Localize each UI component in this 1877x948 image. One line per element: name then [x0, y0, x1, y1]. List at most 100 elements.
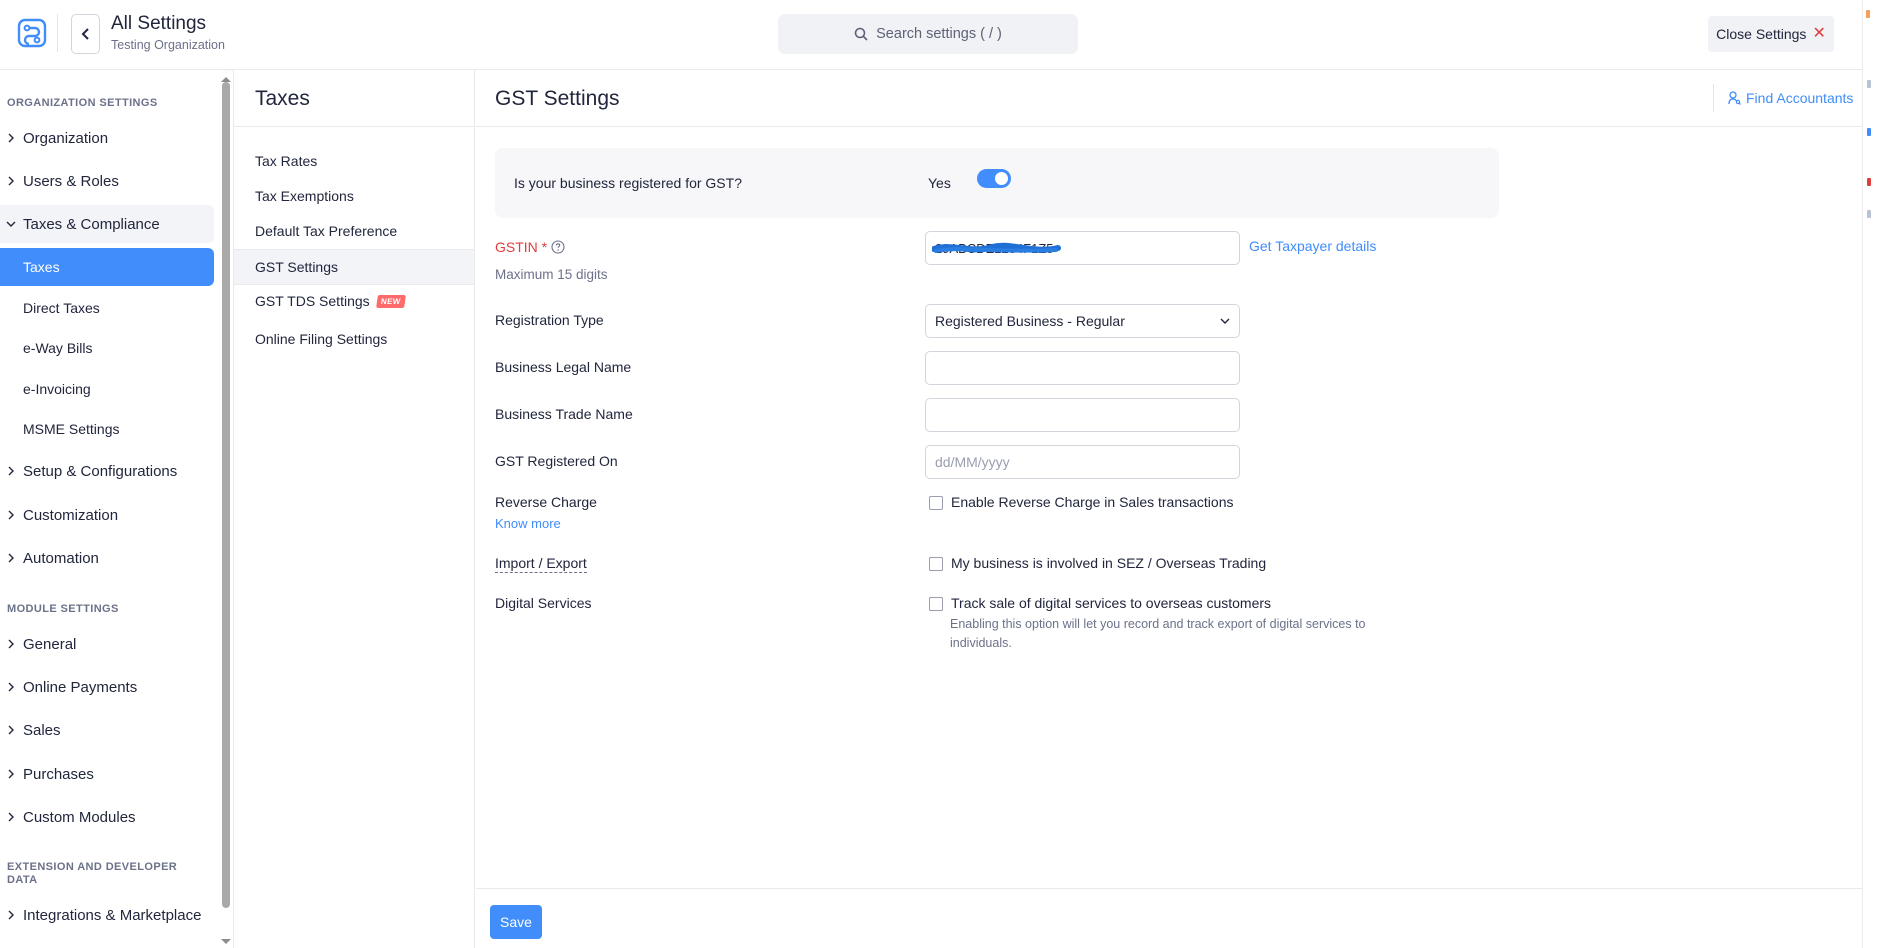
- import-export-label: Import / Export: [495, 555, 587, 573]
- sidebar-item-label: Users & Roles: [23, 172, 119, 190]
- gst-registered-box: Is your business registered for GST? Yes: [495, 148, 1499, 218]
- registration-type-select[interactable]: Registered Business - Regular: [925, 304, 1240, 338]
- sidebar-item-purchases[interactable]: Purchases: [0, 755, 214, 793]
- digital-services-option[interactable]: Track sale of digital services to overse…: [929, 595, 1271, 611]
- digital-services-option-label: Track sale of digital services to overse…: [951, 595, 1272, 611]
- redaction-scribble: [932, 242, 1061, 253]
- sidebar-subitem-eway-bills[interactable]: e-Way Bills: [0, 329, 214, 367]
- save-button[interactable]: Save: [490, 905, 542, 939]
- sidebar-item-users-roles[interactable]: Users & Roles: [0, 162, 214, 200]
- chevron-down-icon: [1220, 318, 1230, 324]
- edge-marker: [1866, 10, 1870, 18]
- panel-title: GST Settings: [495, 87, 620, 110]
- reverse-charge-label: Reverse Charge: [495, 494, 597, 510]
- chevron-right-icon: [8, 910, 14, 920]
- chevron-right-icon: [8, 812, 14, 822]
- gst-registered-toggle[interactable]: [977, 169, 1011, 188]
- subnav-title: Taxes: [255, 87, 310, 110]
- subnav-divider: [234, 126, 474, 127]
- sidebar-item-custom-modules[interactable]: Custom Modules: [0, 798, 214, 836]
- sidebar-subitem-taxes[interactable]: Taxes: [0, 248, 214, 286]
- user-search-icon: [1728, 91, 1741, 105]
- edge-marker: [1867, 80, 1871, 88]
- business-trade-name-input[interactable]: [925, 398, 1240, 432]
- section-heading-modules: MODULE SETTINGS: [7, 603, 119, 615]
- gstin-hint: Maximum 15 digits: [495, 267, 608, 282]
- sidebar-item-setup-configurations[interactable]: Setup & Configurations: [0, 452, 214, 490]
- digital-services-checkbox[interactable]: [929, 597, 943, 611]
- sidebar-item-integrations-marketplace[interactable]: Integrations & Marketplace: [0, 896, 214, 934]
- sidebar-item-organization[interactable]: Organization: [0, 119, 214, 157]
- panel-divider: [476, 126, 1862, 127]
- edge-marker: [1867, 210, 1871, 218]
- subnav-item-tax-exemptions[interactable]: Tax Exemptions: [234, 179, 474, 213]
- registration-type-label: Registration Type: [495, 312, 604, 328]
- title-divider: [1713, 84, 1714, 112]
- sidebar-item-label: Setup & Configurations: [23, 462, 178, 480]
- reverse-charge-option[interactable]: Enable Reverse Charge in Sales transacti…: [929, 494, 1234, 510]
- back-button[interactable]: [71, 14, 100, 54]
- close-settings-label: Close Settings: [1716, 26, 1807, 42]
- sidebar-item-sales[interactable]: Sales: [0, 711, 214, 749]
- chevron-down-icon: [6, 221, 16, 227]
- gstin-label-text: GSTIN *: [495, 239, 548, 255]
- new-badge: NEW: [375, 294, 406, 308]
- settings-sidebar: ORGANIZATION SETTINGS Organization Users…: [0, 70, 224, 948]
- sidebar-item-general[interactable]: General: [0, 625, 214, 663]
- sidebar-item-customization[interactable]: Customization: [0, 496, 214, 534]
- gst-registered-on-date-input[interactable]: dd/MM/yyyy: [925, 445, 1240, 479]
- sez-overseas-option-label: My business is involved in SEZ / Oversea…: [951, 555, 1267, 571]
- subnav-item-tax-rates[interactable]: Tax Rates: [234, 144, 474, 178]
- help-icon[interactable]: [551, 240, 565, 254]
- subnav-item-default-tax-preference[interactable]: Default Tax Preference: [234, 214, 474, 248]
- section-heading-extensions: EXTENSION AND DEVELOPER DATA: [7, 861, 178, 886]
- subnav-item-label: GST TDS Settings: [255, 293, 370, 309]
- find-accountants-label: Find Accountants: [1746, 90, 1854, 106]
- gst-registered-question: Is your business registered for GST?: [514, 175, 742, 191]
- subnav-item-online-filing-settings[interactable]: Online Filing Settings: [234, 322, 474, 356]
- sez-overseas-checkbox[interactable]: [929, 557, 943, 571]
- search-icon: [854, 27, 868, 41]
- header-divider: [57, 14, 58, 52]
- sidebar-subitem-e-invoicing[interactable]: e-Invoicing: [0, 370, 214, 408]
- section-heading-organization: ORGANIZATION SETTINGS: [7, 97, 158, 109]
- registration-type-value: Registered Business - Regular: [935, 313, 1125, 329]
- search-placeholder: Search settings ( / ): [876, 26, 1002, 42]
- close-settings-button[interactable]: Close Settings ✕: [1708, 16, 1834, 52]
- app-logo-icon[interactable]: [16, 17, 48, 49]
- gst-settings-panel: GST Settings Find Accountants Is your bu…: [476, 70, 1862, 948]
- business-trade-name-label: Business Trade Name: [495, 406, 633, 422]
- sidebar-item-label: Taxes & Compliance: [23, 215, 160, 233]
- reverse-charge-checkbox[interactable]: [929, 496, 943, 510]
- sidebar-item-label: Sales: [23, 721, 61, 739]
- chevron-left-icon: [81, 28, 89, 40]
- get-taxpayer-details-link[interactable]: Get Taxpayer details: [1249, 238, 1376, 254]
- sidebar-item-label: Customization: [23, 506, 119, 524]
- reverse-charge-know-more-link[interactable]: Know more: [495, 516, 561, 531]
- sidebar-item-automation[interactable]: Automation: [0, 539, 214, 577]
- sidebar-item-taxes-compliance[interactable]: Taxes & Compliance: [0, 205, 214, 243]
- business-legal-name-input[interactable]: [925, 351, 1240, 385]
- scroll-down-arrow-icon[interactable]: [221, 939, 231, 944]
- find-accountants-link[interactable]: Find Accountants: [1728, 90, 1853, 106]
- chevron-right-icon: [8, 510, 14, 520]
- organization-name: Testing Organization: [111, 38, 225, 52]
- digital-services-description: Enabling this option will let you record…: [950, 617, 1366, 650]
- sidebar-scrollbar[interactable]: [222, 82, 230, 908]
- sidebar-subitem-msme-settings[interactable]: MSME Settings: [0, 410, 214, 448]
- sidebar-subitem-direct-taxes[interactable]: Direct Taxes: [0, 289, 214, 327]
- subnav-item-gst-tds-settings[interactable]: GST TDS Settings NEW: [234, 284, 474, 318]
- close-icon: ✕: [1812, 25, 1826, 42]
- gstin-input[interactable]: 29ABCDE1234F1Z5: [925, 231, 1240, 265]
- gst-registered-on-label: GST Registered On: [495, 453, 618, 469]
- subnav-item-gst-settings[interactable]: GST Settings: [234, 249, 474, 285]
- search-settings-input[interactable]: Search settings ( / ): [778, 14, 1078, 54]
- chevron-right-icon: [8, 639, 14, 649]
- right-edge-strip: [1862, 0, 1877, 948]
- sidebar-item-label: Purchases: [23, 765, 94, 783]
- chevron-right-icon: [8, 133, 14, 143]
- sidebar-item-online-payments[interactable]: Online Payments: [0, 668, 214, 706]
- import-export-option[interactable]: My business is involved in SEZ / Oversea…: [929, 555, 1266, 571]
- business-legal-name-label: Business Legal Name: [495, 359, 632, 375]
- gst-registered-answer: Yes: [928, 175, 951, 191]
